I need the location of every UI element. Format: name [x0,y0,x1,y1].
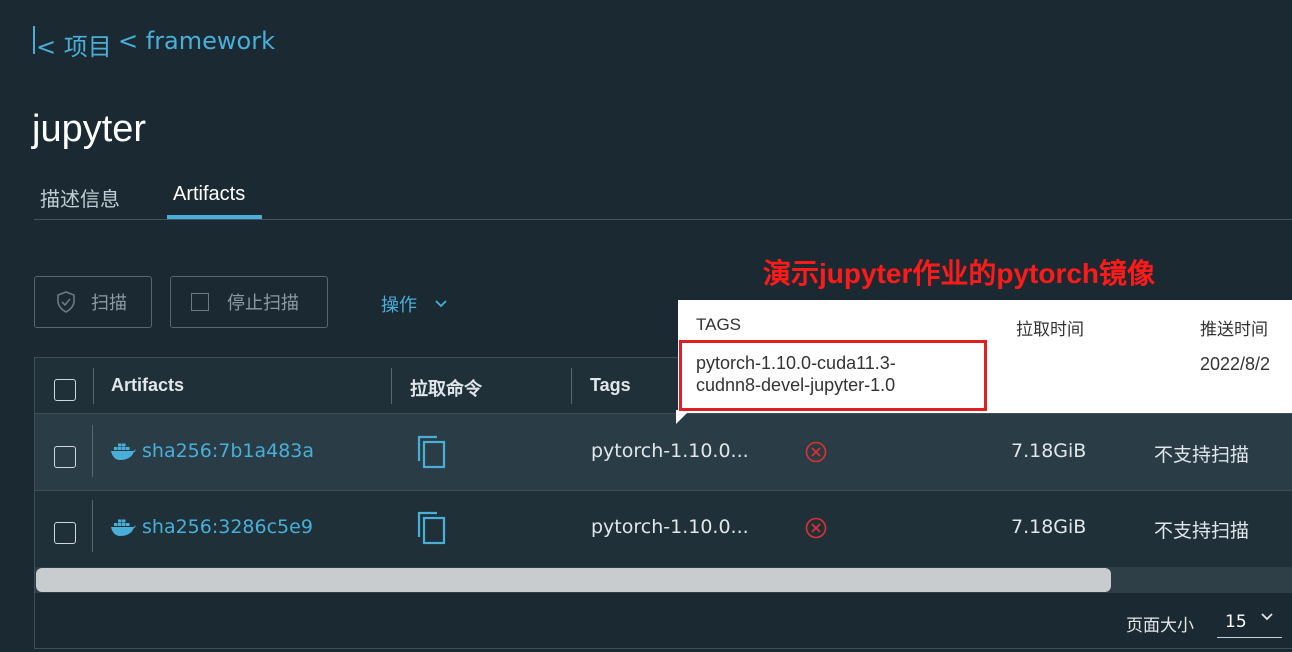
column-header-pull-command[interactable]: 拉取命令 [410,375,482,401]
column-separator[interactable] [391,368,392,404]
tab-artifacts[interactable]: Artifacts [173,183,245,206]
actions-label: 操作 [381,295,417,316]
row-separator [92,425,93,477]
chevron-down-icon [435,300,447,308]
popover-header-push-time: 推送时间 [1200,320,1268,339]
column-header-artifacts[interactable]: Artifacts [111,375,184,396]
vulnerability-status: 不支持扫描 [1154,520,1250,542]
copy-icon[interactable] [417,511,447,545]
breadcrumb-projects-link[interactable]: < 项目 [36,27,112,62]
page-size-select[interactable]: 15 [1217,600,1282,638]
breadcrumb-framework-link[interactable]: < framework [118,27,275,55]
chevron-down-icon [1261,613,1273,621]
column-header-tags[interactable]: Tags [590,375,631,396]
copy-icon[interactable] [417,435,447,469]
actions-dropdown[interactable]: 操作 [381,291,447,317]
artifact-tags[interactable]: pytorch-1.10.0... [591,440,749,462]
artifact-tags[interactable]: pytorch-1.10.0... [591,516,749,538]
scrollbar-thumb[interactable] [36,568,1111,592]
docker-icon [110,441,136,461]
popover-header-pull-time: 拉取时间 [1016,320,1084,339]
breadcrumb-cursor [33,26,35,54]
scan-button-label: 扫描 [91,293,127,314]
stop-scan-button-label: 停止扫描 [227,293,299,314]
docker-icon [110,517,136,537]
stop-square-icon [191,293,209,311]
select-all-checkbox[interactable] [54,379,76,401]
column-separator[interactable] [571,368,572,404]
stop-scan-button[interactable]: 停止扫描 [170,276,328,328]
column-separator [93,368,94,404]
error-circle-icon [805,517,827,539]
popover-header-tags: TAGS [696,315,742,334]
highlight-box [679,340,987,411]
popover-pointer [676,410,690,424]
row-checkbox[interactable] [54,446,76,468]
page-size-label: 页面大小 [1126,616,1194,636]
vulnerability-status: 不支持扫描 [1154,444,1250,466]
annotation-text: 演示jupyter作业的pytorch镜像 [763,258,1156,289]
row-separator [92,500,93,552]
page-size-value: 15 [1225,612,1247,632]
page-title: jupyter [32,108,147,150]
artifact-digest-link[interactable]: sha256:7b1a483a [142,440,314,462]
scan-button[interactable]: 扫描 [34,276,152,328]
shield-icon [55,290,77,314]
artifact-size: 7.18GiB [1011,440,1087,462]
tabs-divider [34,219,1292,220]
tab-description[interactable]: 描述信息 [40,183,120,212]
popover-push-time: 2022/8/2 [1200,354,1271,374]
error-circle-icon [805,441,827,463]
row-checkbox[interactable] [54,522,76,544]
artifact-digest-link[interactable]: sha256:3286c5e9 [142,516,313,538]
artifact-size: 7.18GiB [1011,516,1087,538]
